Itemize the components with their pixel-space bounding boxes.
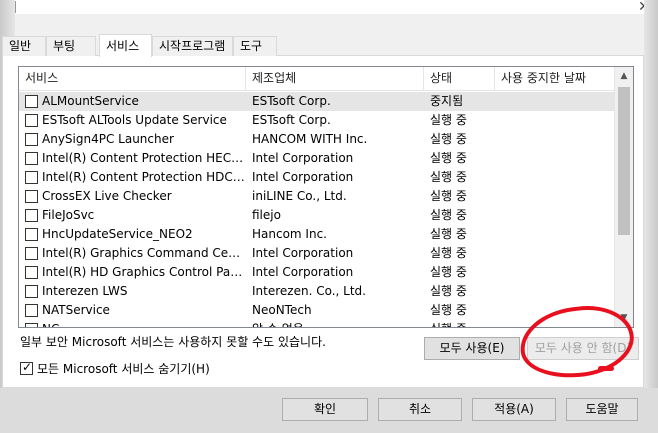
service-vendor: Intel Corporation	[252, 265, 354, 279]
service-checkbox[interactable]	[25, 190, 38, 203]
column-disabled-date[interactable]: 사용 중지한 날짜	[495, 67, 615, 91]
service-status: 실행 중	[430, 113, 467, 127]
service-status: 실행 중	[430, 132, 467, 146]
service-status: 실행 중	[430, 189, 467, 203]
service-checkbox[interactable]	[25, 133, 38, 146]
service-status: 실행 중	[430, 320, 495, 327]
tab-startup[interactable]: 시작프로그램	[152, 36, 233, 56]
service-name: Interezen LWS	[42, 284, 128, 298]
service-vendor: ESTsoft Corp.	[252, 94, 331, 108]
service-status: 실행 중	[430, 265, 467, 279]
vertical-scrollbar[interactable]: ▲ ▼	[614, 67, 633, 327]
service-checkbox[interactable]	[25, 228, 38, 241]
service-checkbox[interactable]	[25, 95, 38, 108]
table-row[interactable]: ALMountService ESTsoft Corp. 중지됨	[19, 92, 615, 111]
scroll-thumb[interactable]	[618, 87, 630, 235]
column-service[interactable]: 서비스	[19, 67, 246, 91]
table-row[interactable]: ESTsoft ALTools Update Service ESTsoft Co…	[19, 111, 615, 130]
service-vendor: Interezen. Co., Ltd.	[252, 284, 366, 298]
service-checkbox[interactable]	[25, 247, 38, 260]
service-status: 실행 중	[430, 303, 467, 317]
table-row[interactable]: Intel(R) Content Protection HDCP S... Int…	[19, 168, 615, 187]
service-status: 중지됨	[430, 94, 464, 108]
hide-microsoft-services-checkbox[interactable]	[20, 360, 33, 375]
service-checkbox[interactable]	[25, 171, 38, 184]
service-name: FileJoSvc	[42, 208, 95, 222]
security-note: 일부 보안 Microsoft 서비스는 사용하지 못할 수도 있습니다.	[20, 335, 326, 349]
help-button[interactable]: 도움말	[566, 398, 638, 421]
enable-all-button[interactable]: 모두 사용(E)	[424, 337, 520, 360]
table-row[interactable]: Intel(R) HD Graphics Control Panel ... In…	[19, 263, 615, 282]
service-vendor: Hancom Inc.	[252, 227, 327, 241]
service-status: 실행 중	[430, 284, 467, 298]
service-vendor: iniLINE Co., Ltd.	[252, 189, 347, 203]
tab-services[interactable]: 서비스	[99, 34, 152, 57]
ok-button[interactable]: 확인	[282, 398, 368, 421]
service-status: 실행 중	[430, 151, 467, 165]
service-status: 실행 중	[430, 170, 467, 184]
service-checkbox[interactable]	[25, 266, 38, 279]
services-list[interactable]: 서비스 제조업체 상태 사용 중지한 날짜 ALMountService ESTs…	[18, 66, 634, 328]
service-name: HncUpdateService_NEO2	[42, 227, 193, 241]
service-name: Intel(R) HD Graphics Control Panel ...	[42, 265, 245, 279]
service-name: ALMountService	[42, 94, 139, 108]
tab-general[interactable]: 일반	[2, 36, 46, 56]
service-checkbox[interactable]	[25, 285, 38, 298]
column-status[interactable]: 상태	[424, 67, 495, 91]
service-checkbox[interactable]	[25, 323, 38, 327]
service-vendor: Intel Corporation	[252, 151, 354, 165]
column-vendor[interactable]: 제조업체	[246, 67, 424, 91]
service-rows: ALMountService ESTsoft Corp. 중지됨 ESTsoft AL…	[19, 92, 615, 327]
table-row[interactable]: FileJoSvc filejo 실행 중	[19, 206, 615, 225]
hide-microsoft-services-label: 모든 Microsoft 서비스 숨기기(H)	[37, 362, 210, 376]
background-shadow-right	[644, 0, 658, 433]
scroll-up-icon[interactable]: ▲	[615, 67, 633, 85]
service-name: Intel(R) Content Protection HDCP S...	[42, 170, 245, 184]
service-name: Intel(R) Content Protection HECI Se...	[42, 151, 245, 165]
service-checkbox[interactable]	[25, 209, 38, 222]
cancel-button[interactable]: 취소	[378, 398, 462, 421]
table-row[interactable]: Intel(R) Graphics Command Center ... Inte…	[19, 244, 615, 263]
column-header: 서비스 제조업체 상태 사용 중지한 날짜	[19, 67, 615, 91]
table-row[interactable]: HncUpdateService_NEO2 Hancom Inc. 실행 중	[19, 225, 615, 244]
table-row[interactable]: NC... 알 수 없음 실행 중	[19, 320, 615, 327]
service-checkbox[interactable]	[25, 304, 38, 317]
service-vendor: filejo	[252, 208, 281, 222]
service-name: Intel(R) Graphics Command Center ...	[42, 246, 245, 260]
service-checkbox[interactable]	[25, 152, 38, 165]
hide-microsoft-services[interactable]: 모든 Microsoft 서비스 숨기기(H)	[20, 360, 210, 377]
apply-button[interactable]: 적용(A)	[472, 398, 556, 421]
service-status: 실행 중	[430, 208, 467, 222]
tab-tools[interactable]: 도구	[233, 36, 277, 56]
service-vendor: Intel Corporation	[252, 170, 354, 184]
service-name: ESTsoft ALTools Update Service	[42, 113, 227, 127]
table-row[interactable]: NATService NeoNTech 실행 중	[19, 301, 615, 320]
service-vendor: HANCOM WITH Inc.	[252, 132, 368, 146]
service-status: 실행 중	[430, 227, 467, 241]
table-row[interactable]: Interezen LWS Interezen. Co., Ltd. 실행 중	[19, 282, 615, 301]
service-checkbox[interactable]	[25, 114, 38, 127]
service-vendor: NeoNTech	[252, 303, 312, 317]
tab-boot[interactable]: 부팅	[46, 36, 96, 56]
service-vendor: Intel Corporation	[252, 246, 354, 260]
service-vendor: 알 수 없음	[252, 320, 424, 327]
service-name: NC...	[42, 320, 245, 327]
service-name: NATService	[42, 303, 110, 317]
service-name: CrossEX Live Checker	[42, 189, 172, 203]
red-annotation-stroke	[598, 366, 614, 371]
service-status: 실행 중	[430, 246, 467, 260]
table-row[interactable]: CrossEX Live Checker iniLINE Co., Ltd. 실행 …	[19, 187, 615, 206]
table-row[interactable]: AnySign4PC Launcher HANCOM WITH Inc. 실행 중	[19, 130, 615, 149]
service-name: AnySign4PC Launcher	[42, 132, 174, 146]
table-row[interactable]: Intel(R) Content Protection HECI Se... In…	[19, 149, 615, 168]
service-vendor: ESTsoft Corp.	[252, 113, 331, 127]
